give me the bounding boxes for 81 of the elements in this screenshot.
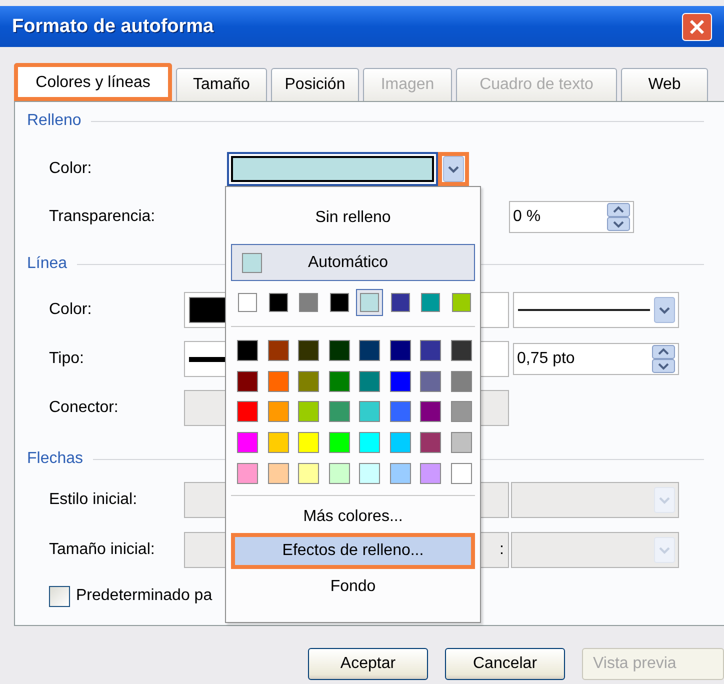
color-swatch[interactable] <box>268 401 288 422</box>
color-swatch[interactable] <box>328 340 350 361</box>
color-swatch[interactable] <box>420 340 441 361</box>
field-label: Estilo inicial: <box>49 491 138 509</box>
color-swatch[interactable] <box>328 401 350 422</box>
color-swatch[interactable] <box>268 432 288 454</box>
color-swatch[interactable] <box>359 432 380 454</box>
color-swatch[interactable] <box>298 462 319 484</box>
tab[interactable]: Posición <box>271 68 359 101</box>
color-swatch[interactable] <box>268 340 288 361</box>
color-swatch[interactable] <box>328 462 350 484</box>
color-swatch[interactable] <box>298 340 319 361</box>
color-swatch[interactable] <box>298 370 319 392</box>
color-swatch[interactable] <box>237 340 258 361</box>
color-swatch[interactable] <box>330 293 348 312</box>
color-swatch[interactable] <box>328 432 350 454</box>
color-swatch[interactable] <box>420 432 441 454</box>
line-style-dropdown[interactable] <box>513 292 679 328</box>
color-swatch[interactable] <box>420 401 441 422</box>
color-swatch[interactable] <box>238 293 257 312</box>
field-label: Tipo: <box>49 350 85 368</box>
checkbox[interactable] <box>49 586 70 606</box>
line-style-icon <box>518 308 650 312</box>
color-swatch[interactable] <box>268 370 288 392</box>
automatic-color-item[interactable]: Automático <box>231 244 475 281</box>
line-weight-field[interactable]: 0,75 pto <box>513 343 679 375</box>
color-swatch[interactable] <box>268 462 288 484</box>
field-label: Conector: <box>49 399 120 417</box>
field-label: Color: <box>49 160 93 178</box>
color-swatch[interactable] <box>359 370 380 392</box>
dialog-button[interactable]: Aceptar <box>308 648 428 680</box>
field-label: : <box>500 541 504 559</box>
dialog-button[interactable]: Cancelar <box>445 648 565 680</box>
color-swatch[interactable] <box>359 401 380 422</box>
color-swatch[interactable] <box>390 293 410 312</box>
transparency-field[interactable]: 0 % <box>509 201 634 233</box>
tab[interactable]: Colores y líneas <box>14 63 172 101</box>
color-swatch[interactable] <box>390 462 410 484</box>
section-title: Flechas <box>27 450 84 468</box>
spin-buttons-icon[interactable] <box>652 345 675 373</box>
color-swatch[interactable] <box>421 293 440 312</box>
color-swatch[interactable] <box>359 340 380 361</box>
menu-item[interactable]: Efectos de relleno... <box>231 532 475 569</box>
color-swatch[interactable] <box>268 293 288 312</box>
color-swatch[interactable] <box>450 370 472 392</box>
spin-buttons-icon[interactable] <box>607 203 630 231</box>
color-swatch[interactable] <box>328 370 350 392</box>
window-title: Formato de autoforma <box>12 16 214 38</box>
menu-item[interactable]: Fondo <box>231 568 475 605</box>
color-swatch[interactable] <box>237 401 258 422</box>
close-icon[interactable] <box>682 12 712 40</box>
color-swatch[interactable] <box>237 370 258 392</box>
checkbox-label: Predeterminado pa <box>76 587 212 605</box>
color-swatch[interactable] <box>420 462 441 484</box>
section-title: Línea <box>27 255 68 273</box>
color-swatch[interactable] <box>237 432 258 454</box>
color-swatch[interactable] <box>390 401 410 422</box>
field-label: Transparencia: <box>49 208 156 226</box>
field-label: Tamaño inicial: <box>49 541 156 559</box>
color-swatch[interactable] <box>450 432 472 454</box>
color-swatch[interactable] <box>299 293 318 312</box>
color-swatch[interactable] <box>452 293 470 312</box>
tab[interactable]: Web <box>621 68 708 101</box>
menu-item[interactable]: Más colores... <box>231 500 475 533</box>
color-swatch[interactable] <box>390 370 410 392</box>
color-swatch[interactable] <box>360 293 379 312</box>
color-swatch[interactable] <box>450 340 472 361</box>
menu-item[interactable]: Sin relleno <box>231 201 475 235</box>
color-swatch[interactable] <box>298 432 319 454</box>
color-swatch[interactable] <box>420 370 441 392</box>
tab[interactable]: Tamaño <box>176 68 267 101</box>
line-style-icon <box>189 356 225 362</box>
color-swatch[interactable] <box>390 432 410 454</box>
field-label: Color: <box>49 301 93 319</box>
color-swatch[interactable] <box>359 462 380 484</box>
section-title: Relleno <box>27 112 82 130</box>
color-swatch[interactable] <box>450 462 472 484</box>
color-swatch[interactable] <box>390 340 410 361</box>
color-swatch[interactable] <box>298 401 319 422</box>
color-swatch[interactable] <box>237 462 258 484</box>
color-swatch[interactable] <box>450 401 472 422</box>
